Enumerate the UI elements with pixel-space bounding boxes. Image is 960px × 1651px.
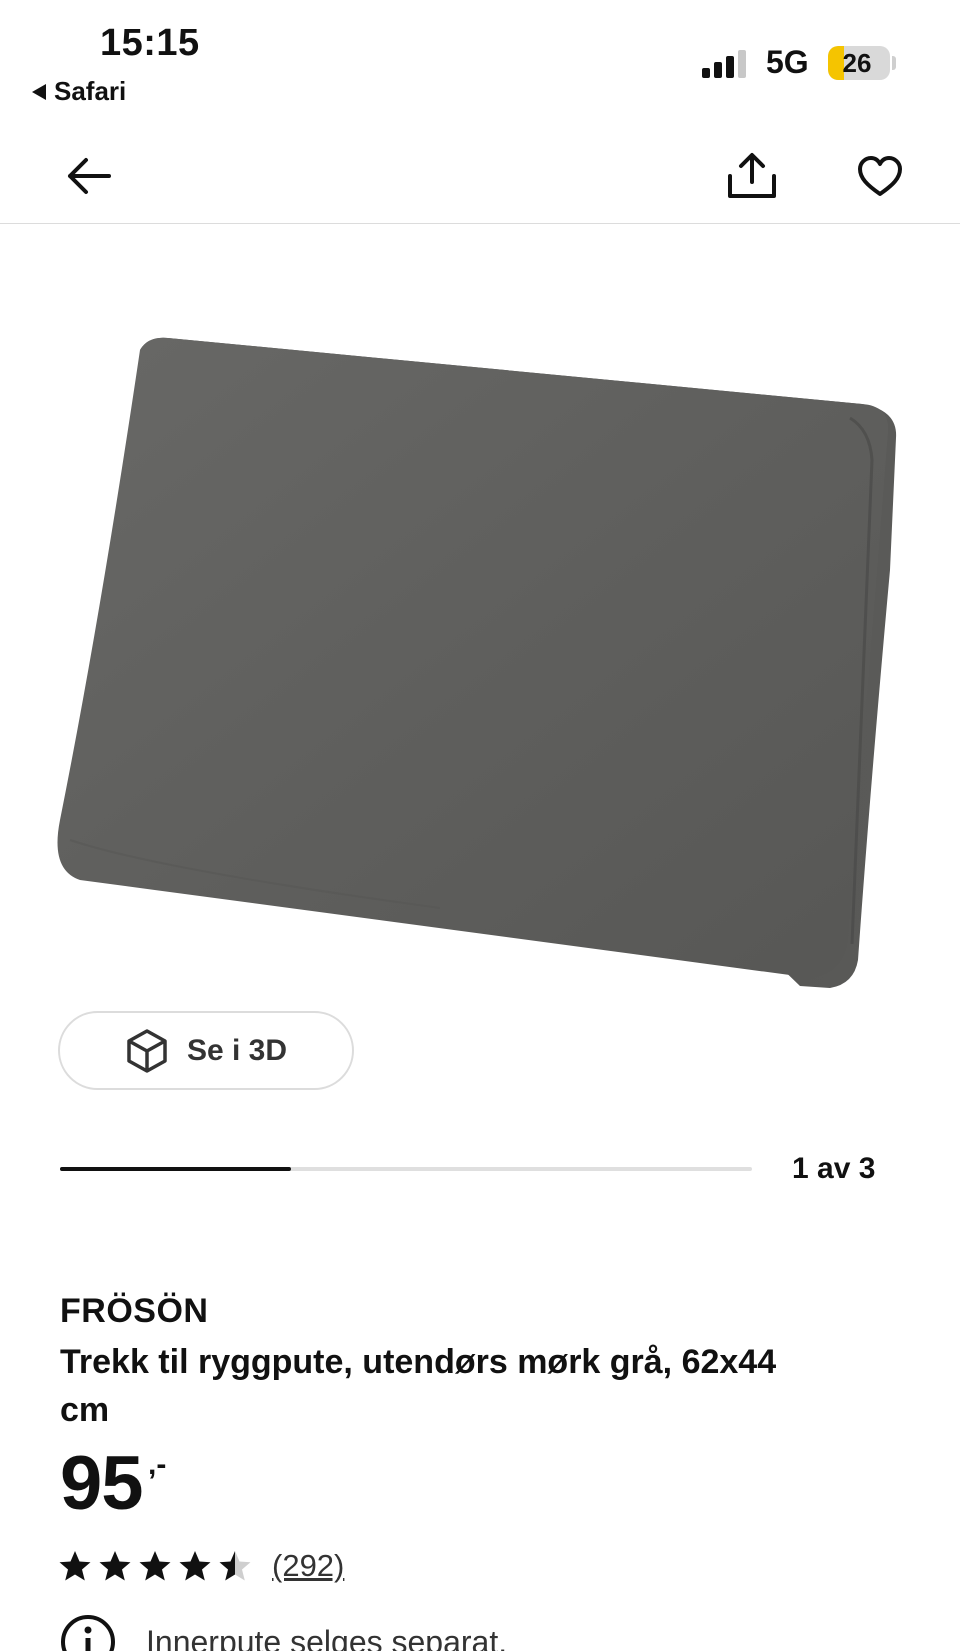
favorite-button[interactable]	[848, 144, 912, 208]
view-3d-label: Se i 3D	[186, 1033, 288, 1067]
product-image[interactable]	[40, 320, 920, 1000]
product-price: 95	[60, 1441, 144, 1526]
product-description: Trekk til ryggpute, utendørs mørk grå, 6…	[60, 1343, 777, 1429]
rating-stars	[58, 1549, 252, 1583]
app-header	[0, 130, 960, 224]
product-brand: FRÖSÖN	[60, 1292, 209, 1330]
cube-icon	[127, 1028, 167, 1073]
battery-level: 26	[842, 47, 872, 78]
share-button[interactable]	[720, 144, 784, 208]
price-suffix: ,-	[148, 1448, 167, 1481]
rating-star-icon	[59, 1551, 91, 1581]
carousel-counter: 1 av 3	[792, 1152, 876, 1185]
rating-star-icon	[179, 1551, 211, 1581]
info-notice: Innerpute selges separat.	[60, 1614, 507, 1651]
rating-row[interactable]: (292)	[58, 1544, 344, 1588]
carousel-progress-fill	[60, 1167, 291, 1171]
carousel-progress-track[interactable]	[60, 1167, 752, 1171]
heart-outline-icon	[858, 156, 902, 196]
back-app-label: Safari	[54, 76, 127, 106]
arrow-left-icon	[68, 158, 111, 194]
back-to-app-link[interactable]: Safari	[32, 76, 126, 107]
rating-star-icon	[139, 1551, 171, 1581]
rating-star-icon	[99, 1551, 131, 1581]
info-text: Innerpute selges separat.	[146, 1623, 508, 1651]
back-button[interactable]	[56, 144, 120, 208]
battery-icon: 26	[828, 46, 890, 80]
back-triangle-icon	[32, 83, 46, 100]
network-type: 5G	[766, 44, 809, 80]
battery-nub	[892, 56, 896, 70]
view-3d-button[interactable]: Se i 3D	[58, 1011, 354, 1090]
review-count-link[interactable]: (292)	[272, 1548, 344, 1584]
rating-star-icon	[219, 1551, 251, 1581]
status-time: 15:15	[100, 22, 200, 64]
share-icon	[728, 153, 776, 198]
info-icon	[61, 1615, 115, 1651]
signal-strength-icon	[702, 46, 748, 78]
